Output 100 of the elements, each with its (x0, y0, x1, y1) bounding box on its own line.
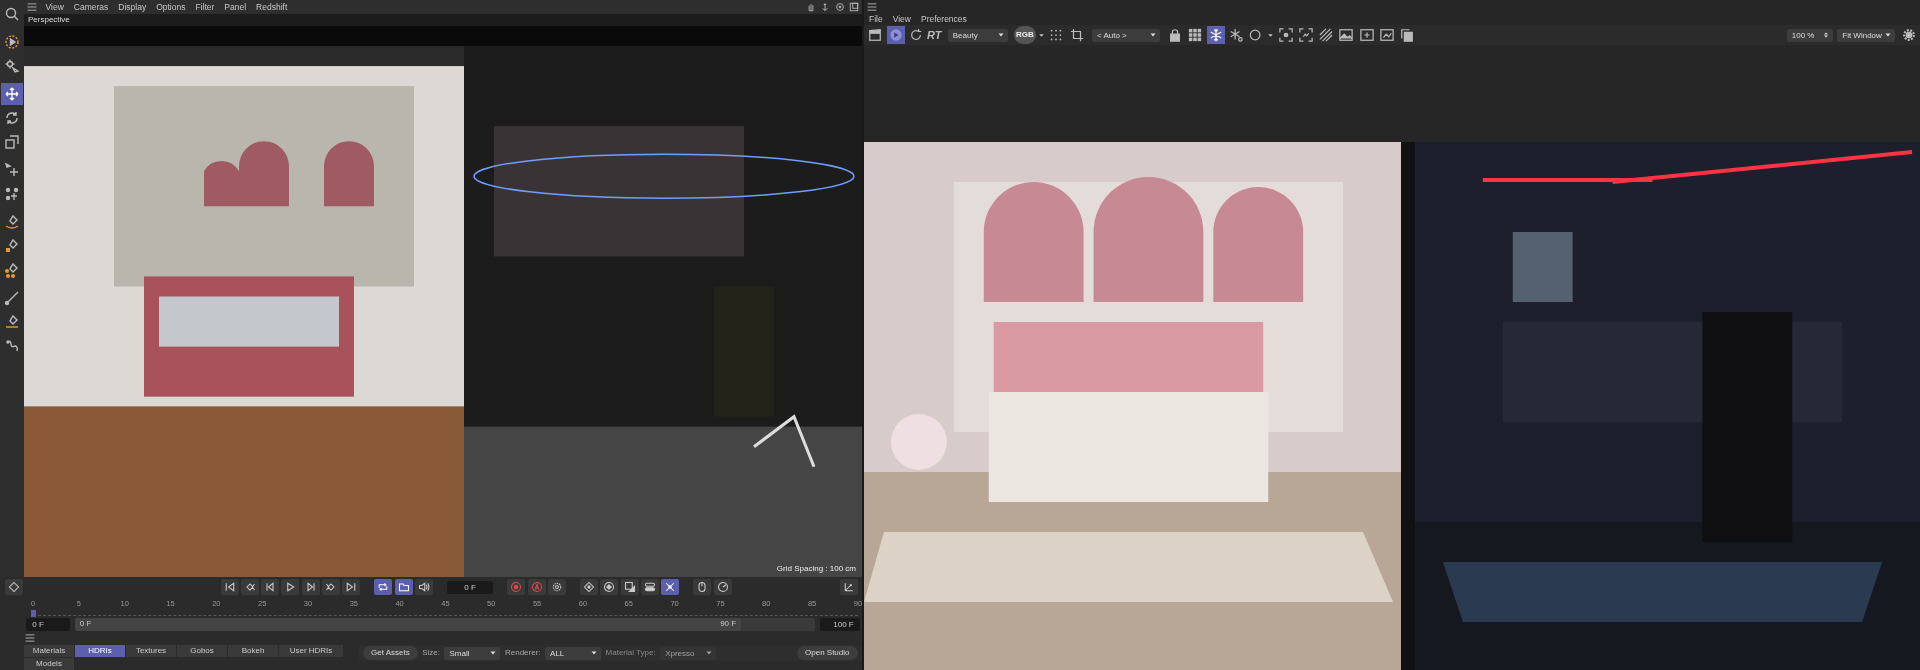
focus-icon (1278, 28, 1293, 42)
viewport-label: Perspective (24, 14, 862, 26)
menu-item[interactable]: File (864, 12, 888, 26)
toolbar-button[interactable] (1357, 26, 1376, 44)
cross-icon (664, 581, 676, 594)
renderer-label: Renderer: (505, 647, 541, 659)
tool-button[interactable] (1, 83, 23, 106)
size-label: Size: (422, 647, 440, 659)
tab[interactable]: HDRIs (75, 645, 125, 657)
caret-icon (996, 31, 1005, 39)
menu-item[interactable]: Redshift (251, 0, 293, 14)
record-icon (510, 581, 523, 594)
settings-icon (1901, 28, 1916, 42)
speaker-icon (417, 581, 430, 594)
toggle-icon (643, 581, 656, 594)
size-dropdown[interactable]: Small (444, 646, 501, 660)
tab[interactable]: Gobos (177, 645, 227, 657)
timeline-button[interactable] (580, 579, 598, 596)
timeline-button[interactable] (240, 579, 259, 596)
dropdown[interactable]: < Auto > (1091, 28, 1160, 42)
range-bar[interactable]: 0 F 90 F (74, 617, 816, 631)
menu-item[interactable]: Options (151, 0, 191, 14)
timeline-button[interactable] (281, 579, 300, 596)
zoom-field[interactable]: 100 % (1786, 28, 1833, 42)
step-back-icon (264, 581, 276, 594)
timeline-button[interactable] (640, 579, 659, 596)
playhead[interactable] (31, 609, 36, 617)
renderer-dropdown[interactable]: ALL (545, 646, 602, 660)
timeline-button[interactable] (261, 579, 279, 596)
menu-item[interactable]: Display (113, 0, 152, 14)
timeline-button[interactable] (547, 579, 566, 596)
rgb-button[interactable]: RGB (1013, 26, 1036, 44)
search-icon (4, 6, 20, 23)
timeline-button[interactable] (693, 579, 712, 596)
folder-icon (397, 581, 410, 594)
tab[interactable]: Models (24, 658, 74, 670)
dots-icon (1049, 28, 1064, 42)
timeline-button[interactable] (414, 579, 433, 596)
stripes-icon (1319, 28, 1334, 42)
menu-item[interactable]: View (40, 0, 69, 14)
menu-item[interactable]: View (887, 12, 916, 26)
grid-icon (1188, 28, 1203, 42)
get-assets-button[interactable]: Get Assets (363, 646, 418, 660)
timeline-button[interactable] (220, 579, 239, 596)
grid-spacing-label: Grid Spacing : 100 cm (776, 563, 857, 575)
caret-icon (590, 649, 599, 657)
caret-icon (1267, 31, 1275, 39)
pen-icon (4, 262, 20, 279)
frame-field[interactable]: 0 F (447, 580, 493, 594)
crop-icon (1069, 28, 1084, 42)
dropdown[interactable]: Beauty (947, 28, 1008, 42)
timeline-button[interactable] (321, 579, 340, 596)
toolbar-button[interactable] (1337, 26, 1356, 44)
tab[interactable]: Textures (126, 645, 176, 657)
start-frame-field[interactable]: 0 F (26, 617, 71, 631)
menu-item[interactable]: Filter (190, 0, 220, 14)
menu-icon[interactable] (24, 633, 36, 643)
dial-icon (716, 581, 729, 594)
play-icon (888, 28, 903, 42)
timeline-button[interactable] (301, 579, 320, 596)
menu-icon[interactable] (866, 1, 879, 12)
axis-button[interactable] (839, 579, 858, 596)
timeline-button[interactable] (713, 579, 732, 596)
timeline-button[interactable] (661, 579, 679, 596)
fit-dropdown[interactable]: Fit Window (1837, 28, 1896, 42)
rt-label[interactable]: RT (927, 26, 942, 44)
menu-item[interactable]: Preferences (916, 12, 972, 26)
end-frame-field[interactable]: 100 F (819, 617, 860, 631)
pen-icon (4, 238, 20, 255)
toolbar-button[interactable] (1206, 26, 1225, 44)
timeline-button[interactable] (342, 579, 360, 596)
mouse-icon (696, 581, 709, 594)
timeline-button[interactable] (620, 579, 639, 596)
toolbar-button[interactable] (1317, 26, 1336, 44)
autokey-icon (530, 581, 543, 594)
range-end-label: 90 F (720, 618, 737, 631)
clapper-icon (868, 28, 883, 42)
timeline-button[interactable] (394, 579, 413, 596)
timeline-button[interactable] (374, 579, 393, 596)
menu-item[interactable]: Cameras (68, 0, 114, 14)
stepper-icon (1821, 31, 1830, 39)
menu-icon[interactable] (26, 2, 39, 12)
refresh-icon (908, 28, 923, 42)
toolbar-button[interactable] (1377, 26, 1396, 44)
open-studio-button[interactable]: Open Studio (797, 646, 858, 660)
toolbar-button[interactable] (1276, 26, 1295, 44)
maximize-icon[interactable] (847, 2, 860, 12)
pen-icon (4, 214, 20, 231)
caret-icon (1038, 31, 1046, 39)
tab[interactable]: Materials (24, 645, 74, 657)
menu-item[interactable]: Panel (219, 0, 252, 14)
timeline-button[interactable] (600, 579, 619, 596)
material-type-label: Material Type: (605, 647, 656, 659)
loop-icon (377, 581, 390, 594)
tab[interactable]: User HDRIs (279, 645, 343, 657)
keyframe-button[interactable] (4, 579, 23, 596)
skip-end-icon (345, 581, 357, 594)
caret-icon (705, 649, 714, 657)
tab[interactable]: Bokeh (228, 645, 278, 657)
frame-icon (1298, 28, 1313, 42)
